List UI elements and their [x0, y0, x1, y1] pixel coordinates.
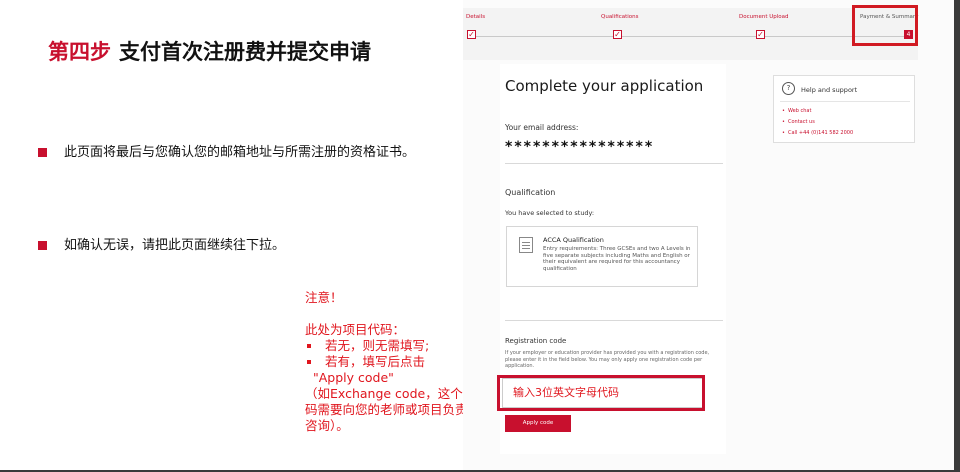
progress-bar: Details ✓ Qualifications ✓ Document Uplo… [463, 8, 918, 60]
step-qualifications-label: Qualifications [601, 14, 639, 20]
apply-code-button[interactable]: Apply code [505, 415, 571, 432]
help-link-call[interactable]: Call +44 (0)141 582 2000 [782, 128, 853, 139]
note-intro: 此处为项目代码： [305, 322, 406, 337]
progress-line [473, 36, 911, 37]
help-link-contact-us[interactable]: Contact us [782, 117, 853, 128]
slide-title-main: 支付首次注册费并提交申请 [119, 40, 371, 64]
note-title: 注意！ [305, 290, 343, 305]
help-links: Web chat Contact us Call +44 (0)141 582 … [782, 106, 853, 139]
qualification-body: Entry requirements: Three GCSEs and two … [543, 246, 691, 272]
check-icon: ✓ [756, 30, 765, 39]
qualification-heading: Qualification [505, 188, 556, 197]
registration-description: If your employer or education provider h… [505, 350, 710, 369]
registration-heading: Registration code [505, 337, 567, 345]
slide-bullet: 此页面将最后与您确认您的邮箱地址与所需注册的资格证书。 [38, 144, 438, 161]
check-icon: ✓ [467, 30, 476, 39]
help-link-web-chat[interactable]: Web chat [782, 106, 853, 117]
divider [780, 101, 910, 102]
slide-bullet-text: 如确认无误，请把此页面继续往下拉。 [64, 238, 286, 253]
help-panel: ? Help and support Web chat Contact us C… [773, 75, 915, 143]
check-icon: ✓ [613, 30, 622, 39]
note-list-item: 若无，则无需填写; [305, 338, 483, 354]
divider [505, 163, 723, 164]
slide-frame-right [954, 0, 960, 472]
form-heading: Complete your application [505, 77, 704, 95]
document-icon [519, 237, 533, 253]
step-document-upload-label: Document Upload [739, 14, 789, 20]
slide-title: 第四步 支付首次注册费并提交申请 [48, 36, 371, 66]
highlight-current-step [852, 5, 918, 46]
bullet-square-icon [38, 148, 47, 157]
highlight-code-input [497, 375, 705, 411]
note-callout: 注意！ 此处为项目代码： 若无，则无需填写; 若有，填写后点击 "Apply c… [305, 290, 483, 434]
selected-label: You have selected to study: [505, 209, 595, 217]
note-list-item: 若有，填写后点击 [305, 354, 483, 370]
email-value: **************** [505, 139, 655, 155]
help-title: Help and support [801, 86, 858, 94]
qualification-card: ACCA Qualification Entry requirements: T… [506, 226, 698, 287]
slide-bullet: 如确认无误，请把此页面继续往下拉。 [38, 237, 438, 254]
note-apply-code: "Apply code" [313, 370, 394, 385]
divider [505, 320, 723, 321]
email-label: Your email address: [505, 123, 579, 132]
bullet-square-icon [38, 241, 47, 250]
help-icon: ? [782, 82, 795, 95]
slide-title-step: 第四步 [48, 40, 111, 64]
qualification-title: ACCA Qualification [543, 236, 604, 244]
slide-bullet-text: 此页面将最后与您确认您的邮箱地址与所需注册的资格证书。 [64, 145, 416, 160]
step-details-label: Details [466, 14, 486, 20]
note-detail: （如Exchange code，这个代码需要向您的老师或项目负责人咨询）。 [305, 386, 481, 433]
